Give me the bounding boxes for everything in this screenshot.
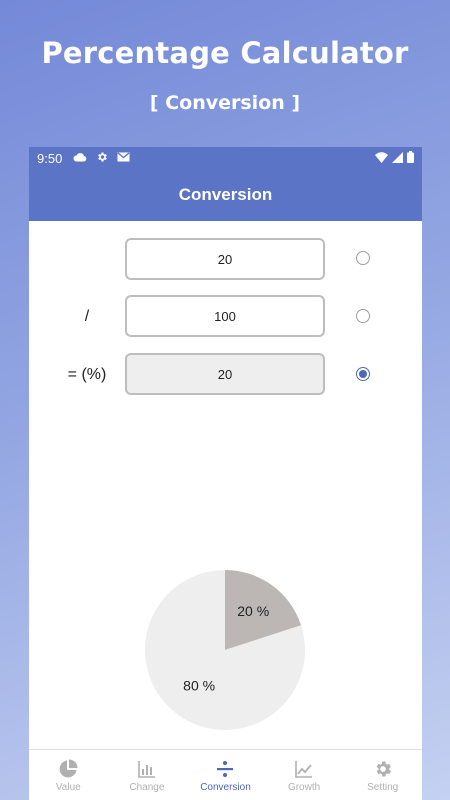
value-input[interactable]: 20 [125, 238, 325, 280]
nav-value[interactable]: Value [29, 750, 108, 800]
nav-change[interactable]: Change [108, 750, 187, 800]
cloud-icon [73, 153, 87, 162]
app-bar-title: Conversion [29, 169, 422, 221]
pie-label-0: 20 % [237, 603, 269, 619]
promo-subtitle: [ Conversion ] [149, 92, 301, 114]
signal-icon [392, 151, 403, 163]
divide-label: / [84, 308, 90, 325]
nav-value-label: Value [55, 782, 81, 793]
status-bar: 9:50 [29, 147, 422, 169]
bottom-nav: Value Change Conversion Growth Setting [29, 749, 422, 800]
gear-icon [376, 761, 391, 777]
trending-up-icon [295, 761, 313, 778]
value-input-text: 20 [217, 251, 233, 267]
divide-icon [217, 761, 234, 777]
promo-title: Percentage Calculator [41, 36, 409, 70]
nav-growth[interactable]: Growth [265, 750, 344, 800]
percent-result-text: 20 [217, 366, 233, 382]
value-radio[interactable] [356, 251, 370, 265]
pie-chart: 20 % 80 % [144, 569, 306, 731]
nav-conversion[interactable]: Conversion [186, 750, 265, 800]
pie-chart-icon [59, 759, 78, 778]
nav-change-label: Change [129, 782, 165, 793]
wifi-icon [375, 151, 388, 163]
pie-label-1: 80 % [183, 678, 215, 694]
pie-chart-svg: 20 % 80 % [144, 570, 305, 730]
total-radio[interactable] [356, 309, 370, 323]
mail-icon [117, 152, 130, 162]
phone-screen: 9:50 Conversion 20 / 100 = (%) 20 20 % 80… [29, 147, 422, 800]
bar-chart-icon [138, 761, 155, 778]
total-input[interactable]: 100 [125, 295, 325, 337]
battery-icon [407, 151, 414, 163]
percent-result-field[interactable]: 20 [125, 353, 325, 395]
nav-setting-label: Setting [367, 782, 399, 793]
result-label: = (%) [67, 366, 107, 383]
status-time: 9:50 [37, 151, 63, 166]
nav-growth-label: Growth [287, 782, 321, 793]
nav-conversion-label: Conversion [200, 782, 251, 793]
total-input-text: 100 [214, 308, 236, 324]
percent-radio[interactable] [356, 367, 370, 381]
nav-setting[interactable]: Setting [343, 750, 422, 800]
gear-icon [98, 152, 107, 162]
